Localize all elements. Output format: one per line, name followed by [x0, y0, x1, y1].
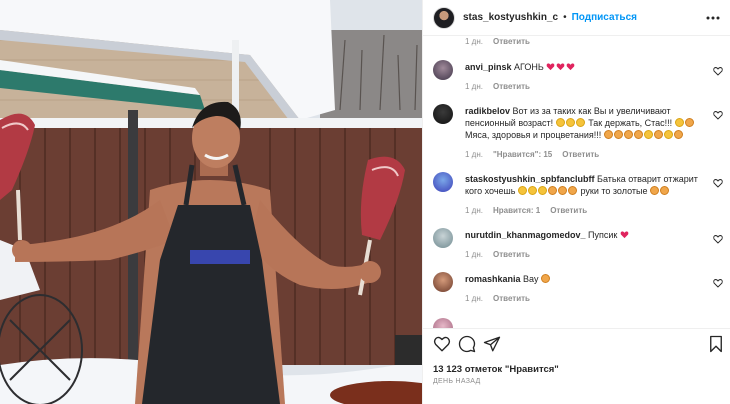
- comment-meta: 1 дн. Ответить: [465, 250, 530, 259]
- comment-text: radikbelov Вот из за таких как Вы и увел…: [465, 105, 705, 141]
- muscle-emoji-icon: [603, 130, 613, 139]
- commenter-username[interactable]: romashkania: [465, 274, 521, 284]
- post-side-panel: stas_kostyushkin_c • Подписаться 1 дн. О…: [422, 0, 730, 404]
- comment-meta: 1 дн. Ответить: [465, 82, 530, 91]
- smile-emoji-icon: [537, 186, 547, 195]
- comment-meta: 1 дн. Ответить: [465, 294, 530, 303]
- like-comment-icon[interactable]: [713, 178, 723, 188]
- star-eyes-emoji-icon: [540, 274, 550, 283]
- reply-button[interactable]: Ответить: [493, 82, 530, 91]
- like-comment-icon[interactable]: [713, 278, 723, 288]
- heart-emoji-icon: [566, 63, 575, 71]
- comment-time: 1 дн.: [465, 294, 483, 303]
- author-avatar[interactable]: [433, 6, 455, 29]
- photo-illustration: [0, 0, 422, 404]
- post-timestamp: ДЕНЬ НАЗАД: [433, 378, 481, 385]
- heart-emoji-icon: [620, 231, 629, 239]
- comment-meta: 1 дн. Ответить: [465, 37, 530, 46]
- post-header: stas_kostyushkin_c • Подписаться: [423, 0, 730, 36]
- pray-emoji-icon: [673, 130, 683, 139]
- post-actions: 13 123 отметок "Нравится" ДЕНЬ НАЗАД: [423, 328, 730, 404]
- hand-emoji-icon: [653, 130, 663, 139]
- comment-time: 1 дн.: [465, 250, 483, 259]
- commenter-avatar[interactable]: [433, 104, 453, 124]
- comment-meta: 1 дн. Нравится: 1 Ответить: [465, 206, 587, 215]
- reply-button[interactable]: Ответить: [493, 294, 530, 303]
- commenter-avatar[interactable]: [433, 172, 453, 192]
- like-comment-icon[interactable]: [713, 110, 723, 120]
- comment-content-2: руки то золотые: [580, 186, 648, 196]
- list-item: romashkania Вау 1 дн. Ответить: [433, 272, 723, 308]
- list-item: nurutdin_khanmagomedov_ Пупсик 1 дн. Отв…: [433, 228, 723, 264]
- commenter-username[interactable]: anvi_pinsk: [465, 62, 512, 72]
- likes-count[interactable]: 13 123 отметок "Нравится": [433, 364, 559, 375]
- thumbs-up-emoji-icon: [684, 118, 694, 127]
- commenter-username[interactable]: staskostyushkin_spbfanclubff: [465, 174, 595, 184]
- smile-emoji-icon: [565, 118, 575, 127]
- comment-text: staskostyushkin_spbfanclubff Батька отва…: [465, 173, 705, 197]
- comment-content-3: Мяса, здоровья и процветания!!!: [465, 130, 602, 140]
- comment-likes[interactable]: "Нравится": 15: [493, 150, 552, 159]
- clap-emoji-icon: [623, 130, 633, 139]
- list-item: [433, 318, 723, 328]
- comment-icon[interactable]: [458, 335, 476, 353]
- like-comment-icon[interactable]: [713, 234, 723, 244]
- heart-icon[interactable]: [433, 335, 451, 353]
- smile-emoji-icon: [643, 130, 653, 139]
- comment-content-2: Так держать, Стас!!!: [588, 118, 673, 128]
- star-eyes-emoji-icon: [567, 186, 577, 195]
- comment-meta: 1 дн. "Нравится": 15 Ответить: [465, 150, 599, 159]
- comment-content: Вау: [523, 274, 539, 284]
- clap-emoji-icon: [613, 130, 623, 139]
- heart-emoji-icon: [556, 63, 565, 71]
- list-item: radikbelov Вот из за таких как Вы и увел…: [433, 104, 723, 164]
- commenter-avatar[interactable]: [433, 318, 453, 328]
- smile-emoji-icon: [663, 130, 673, 139]
- commenter-avatar[interactable]: [433, 272, 453, 292]
- bookmark-icon[interactable]: [707, 335, 725, 353]
- star-eyes-emoji-icon: [547, 186, 557, 195]
- smile-emoji-icon: [575, 118, 585, 127]
- raised-hands-emoji-icon: [650, 186, 659, 195]
- comment-time: 1 дн.: [465, 82, 483, 91]
- commenter-avatar[interactable]: [433, 60, 453, 80]
- fire-emoji-icon: [660, 186, 669, 195]
- author-username[interactable]: stas_kostyushkin_c: [463, 12, 558, 23]
- clap-emoji-icon: [633, 130, 643, 139]
- commenter-username[interactable]: radikbelov: [465, 106, 510, 116]
- list-item: anvi_pinsk АГОНЬ 1 дн. Ответить: [433, 60, 723, 96]
- more-icon[interactable]: [703, 8, 723, 28]
- smile-emoji-icon: [674, 118, 684, 127]
- post-photo[interactable]: [0, 0, 422, 404]
- reply-button[interactable]: Ответить: [493, 37, 530, 46]
- comment-time: 1 дн.: [465, 37, 483, 46]
- comment-time: 1 дн.: [465, 206, 483, 215]
- smile-emoji-icon: [517, 186, 527, 195]
- star-eyes-emoji-icon: [557, 186, 567, 195]
- comment-text: romashkania Вау: [465, 273, 705, 285]
- comment-text: nurutdin_khanmagomedov_ Пупсик: [465, 229, 705, 241]
- smile-emoji-icon: [555, 118, 565, 127]
- comment-content: Пупсик: [588, 230, 618, 240]
- comment-time: 1 дн.: [465, 150, 483, 159]
- commenter-username[interactable]: nurutdin_khanmagomedov_: [465, 230, 586, 240]
- reply-button[interactable]: Ответить: [562, 150, 599, 159]
- list-item: staskostyushkin_spbfanclubff Батька отва…: [433, 172, 723, 222]
- comments-list[interactable]: 1 дн. Ответить anvi_pinsk АГОНЬ 1 дн. От…: [423, 36, 730, 328]
- list-item: 1 дн. Ответить: [433, 37, 723, 49]
- reply-button[interactable]: Ответить: [550, 206, 587, 215]
- comment-content: АГОНЬ: [514, 62, 544, 72]
- share-icon[interactable]: [483, 335, 501, 353]
- comment-text: anvi_pinsk АГОНЬ: [465, 61, 705, 73]
- comment-likes[interactable]: Нравится: 1: [493, 206, 540, 215]
- smile-emoji-icon: [527, 186, 537, 195]
- heart-emoji-icon: [546, 63, 555, 71]
- commenter-avatar[interactable]: [433, 228, 453, 248]
- follow-button[interactable]: Подписаться: [572, 12, 637, 23]
- header-separator: •: [563, 12, 567, 23]
- like-comment-icon[interactable]: [713, 66, 723, 76]
- reply-button[interactable]: Ответить: [493, 250, 530, 259]
